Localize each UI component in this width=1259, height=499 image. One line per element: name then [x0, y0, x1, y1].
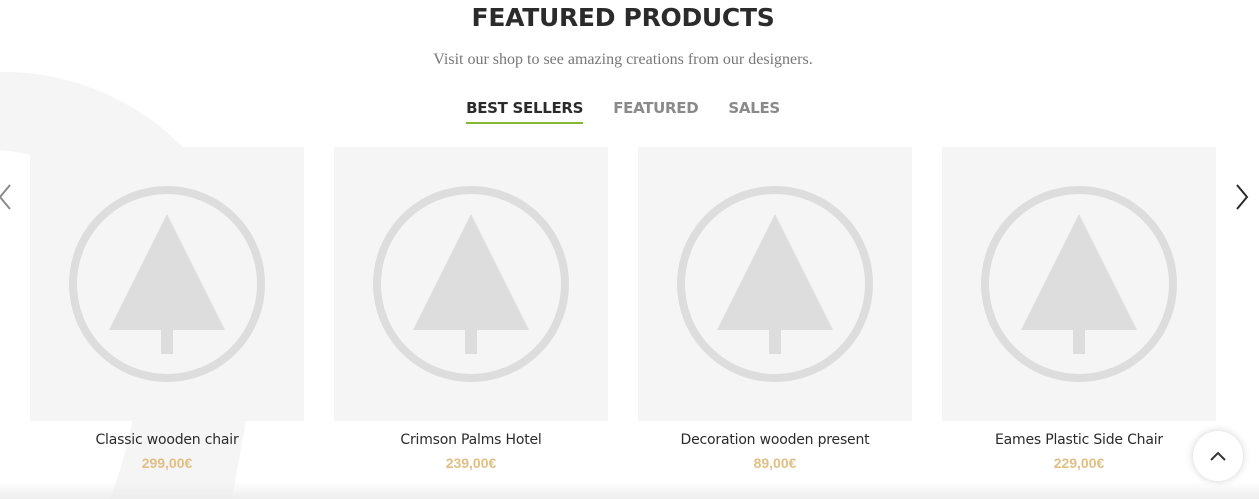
product-card: Classic wooden chair 299,00€ — [30, 147, 304, 471]
product-card: Eames Plastic Side Chair 229,00€ — [942, 147, 1216, 471]
tab-best-sellers[interactable]: BEST SELLERS — [466, 99, 583, 124]
placeholder-tree-icon — [981, 186, 1177, 382]
product-tabs: BEST SELLERS FEATURED SALES — [0, 99, 1246, 124]
tab-featured[interactable]: FEATURED — [613, 99, 699, 124]
scroll-to-top-button[interactable] — [1193, 431, 1243, 481]
chevron-up-icon — [1210, 451, 1226, 461]
placeholder-tree-icon — [373, 186, 569, 382]
product-price: 299,00€ — [141, 455, 193, 471]
placeholder-tree-icon — [69, 186, 265, 382]
product-name[interactable]: Crimson Palms Hotel — [334, 432, 608, 448]
product-card: Crimson Palms Hotel 239,00€ — [334, 147, 608, 471]
section-title: FEATURED PRODUCTS — [471, 3, 775, 32]
product-price: 239,00€ — [445, 455, 497, 471]
tab-sales[interactable]: SALES — [728, 99, 780, 124]
product-image[interactable] — [942, 147, 1216, 421]
product-price: 229,00€ — [1053, 455, 1105, 471]
product-price: 89,00€ — [753, 455, 797, 471]
product-name[interactable]: Classic wooden chair — [30, 432, 304, 448]
placeholder-tree-icon — [677, 186, 873, 382]
bottom-shadow — [0, 482, 1259, 499]
product-name[interactable]: Decoration wooden present — [638, 432, 912, 448]
product-card: Decoration wooden present 89,00€ — [638, 147, 912, 471]
carousel-prev-button[interactable] — [0, 181, 16, 213]
product-image[interactable] — [334, 147, 608, 421]
product-name[interactable]: Eames Plastic Side Chair — [942, 432, 1216, 448]
product-image[interactable] — [30, 147, 304, 421]
carousel-next-button[interactable] — [1232, 181, 1252, 213]
product-image[interactable] — [638, 147, 912, 421]
chevron-right-icon — [1236, 184, 1249, 210]
chevron-left-icon — [0, 184, 11, 210]
section-subtitle: Visit our shop to see amazing creations … — [433, 51, 813, 68]
